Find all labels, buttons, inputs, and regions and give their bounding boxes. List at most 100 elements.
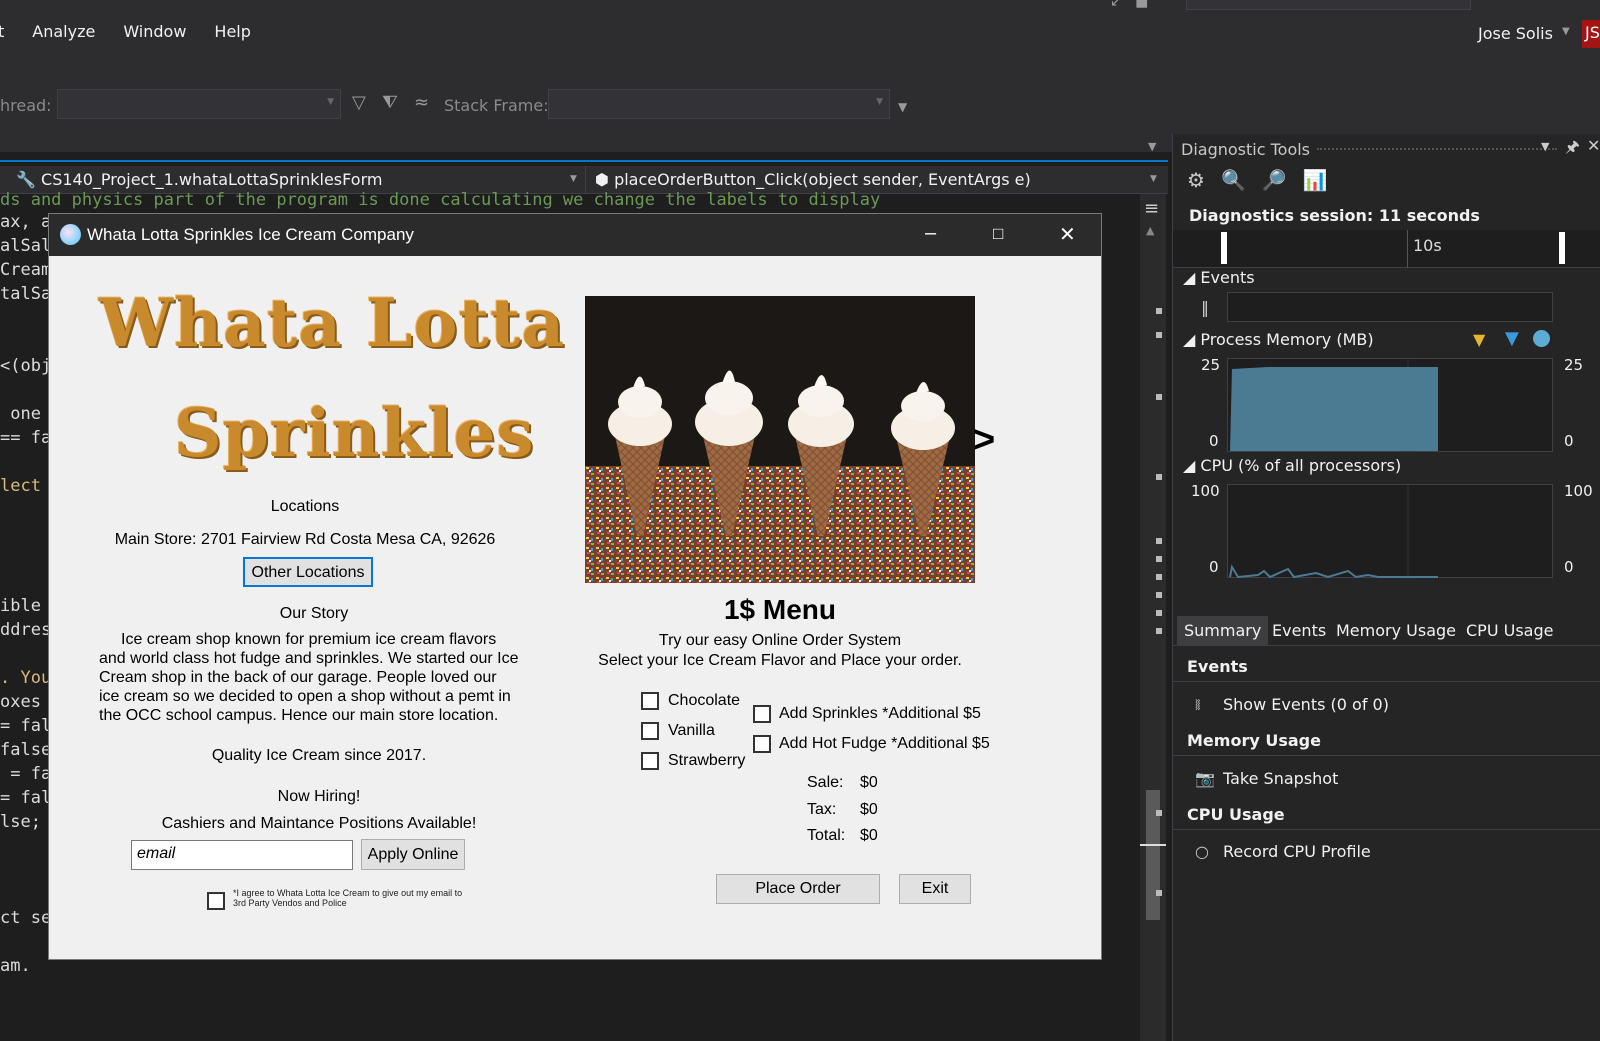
editor-active-bar [0, 160, 1168, 162]
toolbar-overflow-icon[interactable]: ▼ [898, 100, 907, 114]
account-dropdown-icon[interactable]: ▼ [1562, 26, 1570, 37]
timeline-end-handle[interactable] [1559, 232, 1565, 264]
place-order-button[interactable]: Place Order [716, 874, 880, 904]
record-icon: ○ [1195, 842, 1209, 861]
code-line: == fa [0, 428, 52, 448]
vanilla-checkbox[interactable] [641, 722, 659, 740]
other-locations-button[interactable]: Other Locations [243, 557, 373, 587]
record-cpu-profile-button[interactable]: ○ Record CPU Profile [1195, 842, 1371, 861]
account-name[interactable]: Jose Solis [1478, 24, 1553, 43]
tab-summary[interactable]: Summary [1177, 616, 1269, 646]
gear-icon[interactable]: ⚙ [1187, 168, 1205, 192]
apply-online-button[interactable]: Apply Online [361, 839, 465, 870]
record-cpu-profile-label: Record CPU Profile [1223, 842, 1371, 861]
nav-method-combo[interactable]: ⬢ placeOrderButton_Click(object sender, … [595, 170, 1031, 189]
close-panel-icon[interactable]: ✕ [1587, 136, 1600, 155]
split-icon[interactable]: ≡ [1144, 198, 1159, 219]
menu-item-help[interactable]: Help [214, 22, 250, 41]
thread-combo[interactable]: ▼ [57, 89, 341, 119]
panel-menu-icon[interactable]: ▼ [1541, 140, 1549, 153]
chart-icon[interactable]: 📊 [1303, 168, 1328, 192]
chocolate-label: Chocolate [668, 692, 741, 709]
sprinkles-checkbox[interactable] [753, 705, 771, 723]
exit-button[interactable]: Exit [899, 874, 971, 904]
cpu-section[interactable]: ◢ CPU (% of all processors) [1183, 456, 1401, 475]
sale-value: $0 [860, 774, 878, 791]
memory-section-label: Process Memory (MB) [1200, 330, 1374, 349]
strawberry-checkbox[interactable] [641, 752, 659, 770]
ice-cream-icon [60, 224, 81, 245]
events-pause-icon[interactable]: ‖ [1201, 298, 1209, 317]
next-image-button[interactable]: > [973, 419, 995, 462]
show-events-link[interactable]: ⧚ Show Events (0 of 0) [1195, 695, 1389, 715]
code-line: one [0, 404, 41, 424]
nav-method-dropdown-icon[interactable]: ▼ [1150, 174, 1157, 184]
filter-clear-icon[interactable]: ⧨ [382, 92, 398, 113]
code-line: alSal [0, 236, 52, 256]
chocolate-checkbox[interactable] [641, 692, 659, 710]
email-field[interactable]: email [131, 840, 353, 870]
stack-frame-combo[interactable]: ▼ [548, 89, 890, 119]
cpu-chart[interactable] [1227, 484, 1553, 579]
tab-cpu-usage[interactable]: CPU Usage [1459, 616, 1560, 646]
menu-item-window[interactable]: Window [123, 22, 186, 41]
events-track [1227, 292, 1553, 322]
tab-memory-usage[interactable]: Memory Usage [1329, 616, 1463, 646]
scroll-up-icon[interactable]: ▲ [1146, 224, 1154, 237]
ice-cream-cones-image [585, 296, 975, 583]
flag-threads-icon[interactable]: ≈ [414, 92, 429, 113]
scroll-marker [1156, 308, 1162, 314]
cpu-axis-min-left: 0 [1209, 558, 1219, 576]
close-icon[interactable]: ✕ [1059, 222, 1076, 247]
logo-line1: Whata Lotta [99, 284, 566, 362]
diagnostics-tabs: Summary Events Memory Usage CPU Usage [1173, 616, 1600, 646]
quick-launch-input[interactable] [1186, 0, 1471, 10]
avatar[interactable]: JS [1582, 20, 1600, 48]
cpu-usage-heading: CPU Usage [1173, 796, 1600, 830]
sprinkles-label: Add Sprinkles *Additional $5 [779, 705, 981, 722]
events-section[interactable]: ◢ Events [1183, 268, 1255, 287]
zoom-in-icon[interactable]: 🔍 [1221, 168, 1246, 192]
tax-value: $0 [860, 801, 878, 818]
editor-dropdown-icon[interactable]: ▼ [1148, 140, 1156, 153]
timeline-start-handle[interactable] [1221, 232, 1227, 264]
sale-label: Sale: [807, 774, 844, 791]
menu-heading: 1$ Menu [723, 594, 837, 625]
menu-bar: ↙ ■ t Analyze Window Help Jose Solis ▼ J… [0, 0, 1600, 70]
scroll-caret-line [1140, 844, 1166, 846]
code-line: ible [0, 596, 41, 616]
take-snapshot-button[interactable]: 📷 Take Snapshot [1195, 769, 1338, 788]
zoom-out-icon[interactable]: 🔎 [1262, 168, 1287, 192]
strawberry-label: Strawberry [668, 752, 746, 769]
code-line: false [0, 740, 52, 760]
pin-icon[interactable]: 🖈 [1565, 136, 1580, 163]
scroll-marker [1156, 538, 1162, 544]
diagnostic-tools-panel: Diagnostic Tools ▼ 🖈 ✕ ⚙ 🔍 🔎 📊 Diagnosti… [1172, 134, 1600, 1041]
tab-events[interactable]: Events [1265, 616, 1333, 646]
hiring-text: Now Hiring! [277, 788, 361, 805]
menu-subtitle-1: Try our easy Online Order System [658, 632, 902, 649]
hot-fudge-checkbox[interactable] [753, 735, 771, 753]
scroll-marker [1156, 810, 1162, 816]
menu-item-partial[interactable]: t [0, 22, 4, 41]
nav-class-combo[interactable]: 🔧 CS140_Project_1.whataLottaSprinklesFor… [16, 170, 382, 189]
memory-section[interactable]: ◢ Process Memory (MB) [1183, 330, 1374, 349]
tax-label: Tax: [807, 801, 837, 818]
app-title: Whata Lotta Sprinkles Ice Cream Company [87, 225, 414, 244]
scroll-marker [1156, 610, 1162, 616]
nav-class-dropdown-icon[interactable]: ▼ [570, 174, 577, 184]
cpu-section-label: CPU (% of all processors) [1200, 456, 1402, 475]
scroll-marker [1156, 592, 1162, 598]
minimize-icon[interactable]: – [925, 222, 936, 245]
memory-axis-max-left: 25 [1201, 356, 1221, 374]
agree-checkbox[interactable] [207, 892, 225, 910]
filter-icon[interactable]: ▽ [352, 92, 366, 113]
session-timeline[interactable]: 10s [1173, 230, 1600, 268]
cpu-axis-max-left: 100 [1191, 482, 1220, 500]
menu-item-analyze[interactable]: Analyze [32, 22, 95, 41]
memory-chart[interactable] [1227, 358, 1553, 453]
maximize-icon[interactable]: □ [993, 224, 1003, 244]
scroll-marker [1156, 474, 1162, 480]
vanilla-label: Vanilla [668, 722, 715, 739]
code-lines: ds and physics part of the program is do… [0, 188, 880, 976]
